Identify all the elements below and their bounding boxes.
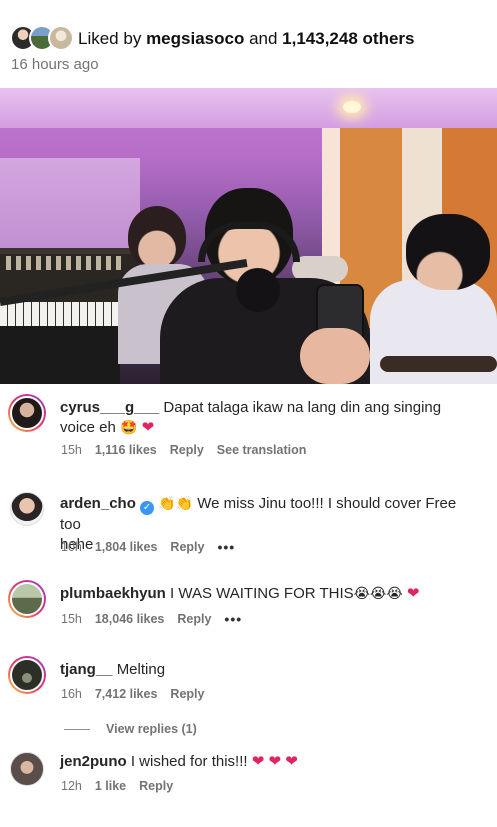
divider-line — [64, 728, 90, 730]
comment-username[interactable]: cyrus___g___ — [60, 399, 159, 416]
comment-likes[interactable]: 1,804 likes — [95, 540, 158, 554]
comment-username[interactable]: arden_cho — [60, 495, 136, 512]
reply-button[interactable]: Reply — [177, 612, 211, 626]
heart-icon: ❤ — [406, 585, 420, 602]
see-translation-link[interactable]: See translation — [217, 443, 307, 457]
piano — [0, 326, 120, 384]
comment-meta: 16h 7,412 likes Reply — [61, 687, 204, 701]
view-replies-label: View replies (1) — [106, 722, 197, 736]
comment-text: jen2puno I wished for this!!! ❤ ❤ ❤ — [60, 752, 460, 772]
clap-emoji: 👏👏 — [158, 496, 194, 512]
ceiling-light — [343, 101, 361, 113]
liked-and: and — [249, 29, 278, 48]
star-eyes-emoji: 🤩 — [120, 420, 138, 436]
avatar — [48, 25, 74, 51]
comment-text: cyrus___g___ Dapat talaga ikaw na lang d… — [60, 398, 460, 438]
avatar[interactable] — [8, 580, 46, 618]
avatar[interactable] — [8, 750, 46, 788]
comment-text: plumbaekhyun I WAS WAITING FOR THIS😭😭😭 ❤ — [60, 584, 460, 604]
likes-text: Liked by megsiasoco and 1,143,248 others — [78, 29, 414, 49]
comment-text: tjang__ Melting — [60, 660, 460, 680]
person-head — [406, 214, 490, 290]
more-options-icon[interactable]: ••• — [217, 539, 235, 555]
heart-icon: ❤ — [141, 419, 155, 436]
avatar[interactable] — [8, 490, 46, 528]
liker-avatars — [10, 25, 74, 53]
comment-body: I WAS WAITING FOR THIS — [170, 585, 354, 602]
view-replies-button[interactable]: View replies (1) — [64, 722, 197, 736]
comment-meta: 15h 18,046 likes Reply ••• — [61, 611, 242, 627]
video-frame[interactable] — [0, 88, 497, 384]
reply-button[interactable]: Reply — [170, 687, 204, 701]
comment-likes[interactable]: 18,046 likes — [95, 612, 165, 626]
liked-others-link[interactable]: 1,143,248 others — [282, 29, 414, 48]
liked-prefix: Liked by — [78, 29, 142, 48]
hand — [300, 328, 370, 384]
synth-knobs — [6, 256, 126, 270]
comment-likes[interactable]: 1,116 likes — [95, 443, 157, 457]
heart-icon: ❤ — [268, 753, 282, 770]
liked-user-link[interactable]: megsiasoco — [146, 29, 244, 48]
microphone — [236, 268, 280, 312]
studio-ceiling — [0, 88, 497, 128]
comment-time: 12h — [61, 779, 82, 793]
likes-summary[interactable]: Liked by megsiasoco and 1,143,248 others — [10, 24, 414, 54]
comment-meta: 10h 1,804 likes Reply ••• — [61, 539, 235, 555]
comment-time: 16h — [61, 687, 82, 701]
comment-username[interactable]: jen2puno — [60, 753, 127, 770]
comment-likes[interactable]: 7,412 likes — [95, 687, 158, 701]
reply-button[interactable]: Reply — [170, 443, 204, 457]
comment-username[interactable]: plumbaekhyun — [60, 585, 166, 602]
more-options-icon[interactable]: ••• — [224, 611, 242, 627]
comment-likes[interactable]: 1 like — [95, 779, 126, 793]
avatar[interactable] — [8, 394, 46, 432]
comment-time: 15h — [61, 443, 82, 457]
comment-time: 10h — [61, 540, 82, 554]
guitar — [380, 356, 497, 372]
crying-emoji: 😭😭😭 — [353, 586, 403, 602]
verified-badge-icon: ✓ — [140, 501, 155, 515]
reply-button[interactable]: Reply — [139, 779, 173, 793]
avatar[interactable] — [8, 656, 46, 694]
post-time: 16 hours ago — [11, 56, 99, 73]
comment-meta: 12h 1 like Reply — [61, 779, 173, 793]
comment-time: 15h — [61, 612, 82, 626]
heart-icon: ❤ — [251, 753, 265, 770]
comment-body: I wished for this!!! — [130, 753, 248, 770]
reply-button[interactable]: Reply — [170, 540, 204, 554]
comment-body: Melting — [116, 661, 166, 678]
comment-meta: 15h 1,116 likes Reply See translation — [61, 443, 306, 457]
heart-icon: ❤ — [285, 753, 298, 770]
comment-username[interactable]: tjang__ — [60, 661, 113, 678]
